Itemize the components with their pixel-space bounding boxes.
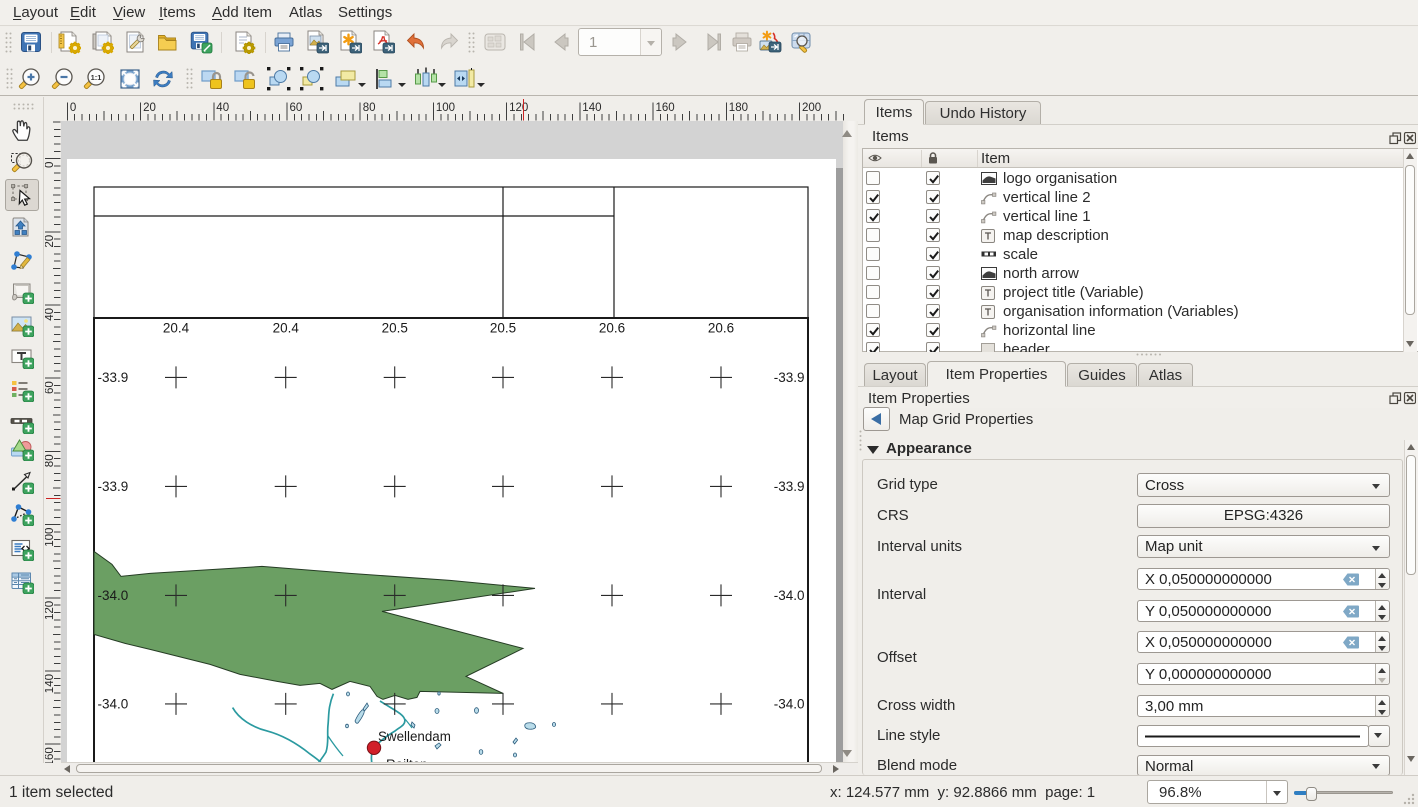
svg-text:60: 60 — [290, 102, 303, 114]
svg-text:100: 100 — [45, 528, 56, 547]
svg-text:20.4: 20.4 — [273, 320, 300, 335]
svg-text:0: 0 — [45, 162, 56, 168]
svg-text:80: 80 — [45, 454, 56, 467]
svg-text:40: 40 — [216, 102, 229, 114]
svg-text:80: 80 — [363, 102, 376, 114]
svg-text:1:1: 1:1 — [91, 73, 102, 82]
svg-text:20.5: 20.5 — [490, 320, 516, 335]
svg-text:-34.0: -34.0 — [98, 588, 129, 603]
svg-text:60: 60 — [45, 381, 56, 394]
svg-text:-34.0: -34.0 — [774, 696, 805, 711]
svg-text:20.4: 20.4 — [163, 320, 190, 335]
svg-text:-33.9: -33.9 — [98, 479, 129, 494]
svg-text:-33.9: -33.9 — [774, 370, 805, 385]
svg-text:200: 200 — [802, 102, 821, 114]
svg-text:120: 120 — [509, 102, 528, 114]
svg-text:20.5: 20.5 — [382, 320, 408, 335]
svg-text:140: 140 — [582, 102, 601, 114]
svg-text:0: 0 — [70, 102, 76, 114]
svg-text:20: 20 — [45, 235, 56, 248]
svg-text:140: 140 — [45, 674, 56, 693]
svg-text:Swellendam: Swellendam — [378, 729, 451, 744]
svg-text:-34.0: -34.0 — [98, 696, 129, 711]
svg-text:160: 160 — [656, 102, 675, 114]
svg-text:40: 40 — [45, 308, 56, 321]
svg-text:20.6: 20.6 — [708, 320, 734, 335]
svg-text:20.6: 20.6 — [599, 320, 625, 335]
svg-text:120: 120 — [45, 601, 56, 620]
svg-text:20: 20 — [143, 102, 156, 114]
svg-text:100: 100 — [436, 102, 455, 114]
svg-text:160: 160 — [45, 747, 56, 763]
svg-text:-33.9: -33.9 — [98, 370, 129, 385]
svg-text:-34.0: -34.0 — [774, 588, 805, 603]
svg-text:180: 180 — [729, 102, 748, 114]
svg-text:-33.9: -33.9 — [774, 479, 805, 494]
